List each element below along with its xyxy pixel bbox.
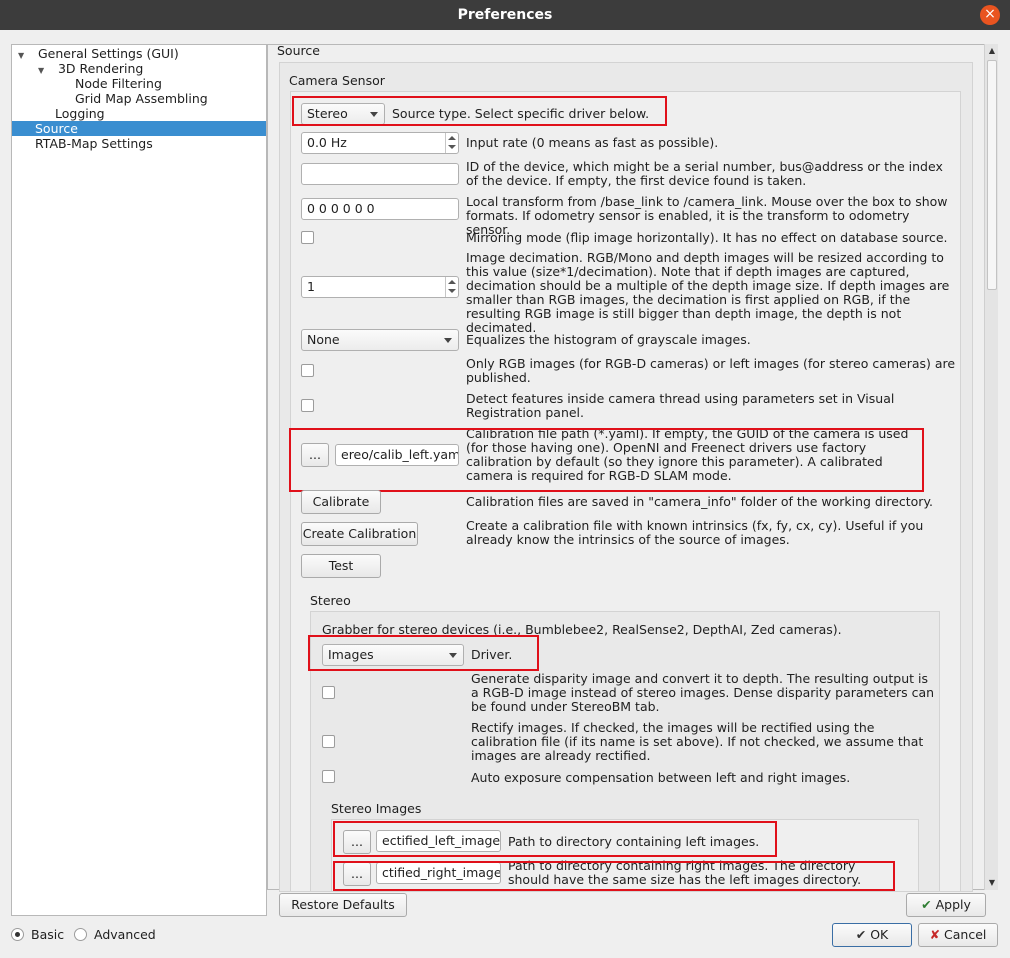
tree-item-label: Logging [55, 106, 105, 121]
tree-item-label: RTAB-Map Settings [35, 136, 153, 151]
page-title: Source [277, 43, 320, 58]
highlight-box [292, 96, 667, 126]
highlight-box [308, 635, 539, 671]
checkmark-icon: ✔ [855, 927, 867, 942]
create-calibration-desc: Create a calibration file with known int… [466, 518, 924, 547]
mirroring-checkbox[interactable] [301, 231, 314, 244]
tree-item-rtabmap-settings[interactable]: RTAB-Map Settings [35, 136, 153, 151]
auto-exposure-desc: Auto exposure compensation between left … [471, 770, 851, 785]
spin-down-icon[interactable] [448, 145, 456, 149]
tree-item-node-filtering[interactable]: Node Filtering [75, 76, 162, 91]
device-id-input[interactable] [301, 163, 459, 185]
cancel-button[interactable]: ✘ Cancel [918, 923, 998, 947]
scrollbar-thumb[interactable] [987, 60, 997, 290]
chevron-down-icon [444, 338, 452, 343]
window-title: Preferences [457, 7, 553, 23]
camera-sensor-title: Camera Sensor [289, 73, 385, 88]
tree-item-general-settings[interactable]: ▼ General Settings (GUI) [18, 46, 179, 61]
cancel-x-icon: ✘ [929, 927, 941, 942]
highlight-box [289, 428, 924, 492]
chevron-down-icon[interactable]: ▼ [38, 63, 48, 78]
spin-down-icon[interactable] [448, 289, 456, 293]
cancel-label: Cancel [944, 927, 987, 942]
calibrate-desc: Calibration files are saved in "camera_i… [466, 494, 934, 509]
input-rate-value: 0.0 Hz [307, 135, 347, 150]
input-rate-desc: Input rate (0 means as fast as possible)… [466, 135, 719, 150]
histogram-combo[interactable]: None [301, 329, 459, 351]
tree-item-label: 3D Rendering [57, 61, 144, 76]
decimation-value: 1 [307, 279, 315, 294]
input-rate-spinbox[interactable]: 0.0 Hz [301, 132, 459, 154]
tree-item-grid-map-assembling[interactable]: Grid Map Assembling [75, 91, 208, 106]
checkmark-icon: ✔ [921, 897, 932, 912]
disparity-checkbox[interactable] [322, 686, 335, 699]
rectify-checkbox[interactable] [322, 735, 335, 748]
disparity-desc: Generate disparity image and convert it … [471, 671, 935, 714]
test-button[interactable]: Test [301, 554, 381, 578]
spin-buttons[interactable] [445, 133, 458, 153]
tree-item-source[interactable]: Source [12, 121, 266, 136]
local-transform-input[interactable]: 0 0 0 0 0 0 [301, 198, 459, 220]
rectify-desc: Rectify images. If checked, the images w… [471, 720, 924, 763]
scroll-up-icon[interactable]: ▲ [985, 46, 999, 55]
advanced-mode-label: Advanced [94, 927, 156, 942]
highlight-box [333, 861, 895, 891]
decimation-desc: Image decimation. RGB/Mono and depth ima… [466, 250, 950, 335]
decimation-spinbox[interactable]: 1 [301, 276, 459, 298]
tree-item-logging[interactable]: Logging [55, 106, 105, 121]
settings-tree[interactable]: ▼ General Settings (GUI) ▼ 3D Rendering … [11, 44, 267, 916]
auto-exposure-checkbox[interactable] [322, 770, 335, 783]
tree-item-label: Grid Map Assembling [75, 91, 208, 106]
ok-button[interactable]: ✔ OK [832, 923, 912, 947]
tree-item-label: General Settings (GUI) [37, 46, 179, 61]
spin-buttons[interactable] [445, 277, 458, 297]
vertical-scrollbar[interactable]: ▲ ▼ [984, 44, 998, 890]
spin-up-icon[interactable] [448, 280, 456, 284]
basic-mode-label: Basic [31, 927, 65, 942]
title-bar: Preferences × [0, 0, 1010, 30]
calibrate-button[interactable]: Calibrate [301, 490, 381, 514]
rgb-only-checkbox[interactable] [301, 364, 314, 377]
stereo-title: Stereo [310, 593, 351, 608]
tree-item-label: Node Filtering [75, 76, 162, 91]
ok-label: OK [870, 927, 889, 942]
advanced-mode-radio[interactable] [74, 928, 87, 941]
stereo-images-title: Stereo Images [331, 801, 422, 816]
mirroring-desc: Mirroring mode (flip image horizontally)… [466, 230, 948, 245]
chevron-down-icon[interactable]: ▼ [18, 48, 28, 63]
spin-up-icon[interactable] [448, 136, 456, 140]
restore-defaults-button[interactable]: Restore Defaults [279, 893, 407, 917]
basic-mode-radio[interactable] [11, 928, 24, 941]
tree-item-3d-rendering[interactable]: ▼ 3D Rendering [38, 61, 143, 76]
highlight-box [333, 821, 777, 857]
create-calibration-button[interactable]: Create Calibration [301, 522, 418, 546]
histogram-value: None [307, 332, 340, 347]
device-id-desc: ID of the device, which might be a seria… [466, 159, 943, 188]
apply-label: Apply [935, 897, 971, 912]
apply-button[interactable]: ✔ Apply [906, 893, 986, 917]
detect-features-desc: Detect features inside camera thread usi… [466, 391, 895, 420]
rgb-only-desc: Only RGB images (for RGB-D cameras) or l… [466, 356, 956, 385]
close-icon[interactable]: × [980, 5, 1000, 25]
histogram-desc: Equalizes the histogram of grayscale ima… [466, 332, 751, 347]
detect-features-checkbox[interactable] [301, 399, 314, 412]
tree-item-label: Source [35, 121, 78, 136]
scroll-down-icon[interactable]: ▼ [985, 878, 999, 887]
